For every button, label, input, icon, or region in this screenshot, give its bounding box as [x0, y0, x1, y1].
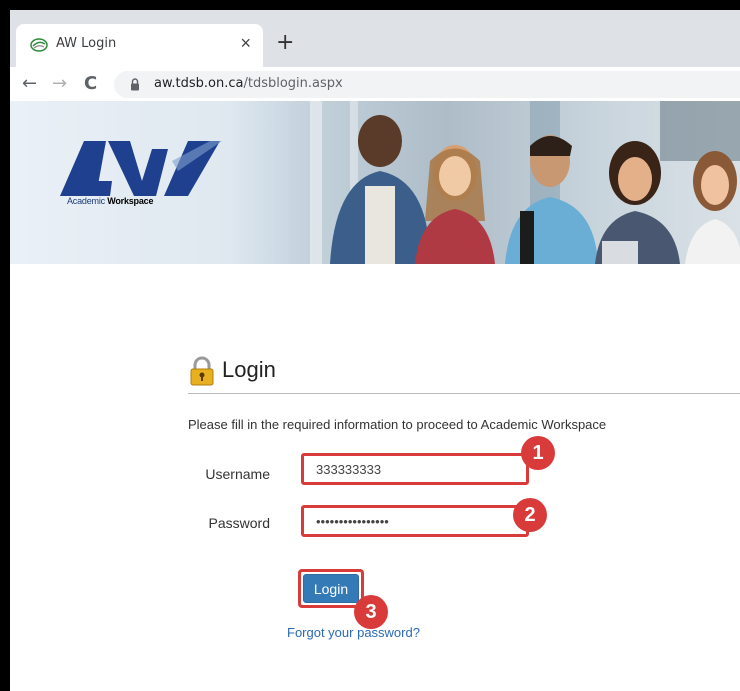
students-photo — [290, 101, 740, 264]
tab-title: AW Login — [56, 36, 117, 51]
login-button[interactable]: Login — [303, 574, 359, 603]
tab-strip: AW Login × + — [10, 10, 740, 67]
annotation-badge-2: 2 — [513, 498, 547, 532]
divider — [188, 393, 740, 394]
back-arrow-icon[interactable]: ← — [22, 73, 37, 94]
username-label: Username — [205, 466, 270, 482]
browser-tab[interactable]: AW Login × — [16, 24, 263, 67]
login-button-highlight: Login — [298, 569, 364, 608]
lock-icon — [131, 78, 139, 91]
username-input[interactable] — [304, 456, 526, 482]
padlock-icon — [190, 356, 214, 386]
aw-favicon-icon — [30, 38, 48, 52]
annotation-badge-3: 3 — [354, 595, 388, 629]
browser-window: AW Login × + ← → C aw.tdsb.on.ca/tdsblog… — [10, 10, 740, 691]
password-field-highlight — [301, 505, 529, 537]
aw-logo — [60, 141, 222, 196]
login-instructions: Please fill in the required information … — [188, 417, 607, 432]
new-tab-button[interactable]: + — [276, 30, 294, 55]
password-label: Password — [208, 515, 270, 531]
forgot-password-link[interactable]: Forgot your password? — [287, 625, 420, 640]
address-toolbar: ← → C aw.tdsb.on.ca/tdsblogin.aspx — [10, 67, 740, 102]
username-field-highlight — [301, 453, 529, 485]
reload-icon[interactable]: C — [84, 73, 97, 94]
annotation-badge-1: 1 — [521, 436, 555, 470]
password-input[interactable] — [304, 508, 526, 534]
logo-subtitle: Academic Workspace — [67, 196, 154, 206]
tab-close-icon[interactable]: × — [240, 33, 251, 54]
forward-arrow-icon[interactable]: → — [52, 73, 67, 94]
login-heading: Login — [222, 357, 276, 382]
url-text: aw.tdsb.on.ca/tdsblogin.aspx — [154, 76, 343, 91]
address-bar[interactable]: aw.tdsb.on.ca/tdsblogin.aspx — [114, 71, 740, 98]
header-banner: Academic Workspace — [10, 101, 740, 264]
